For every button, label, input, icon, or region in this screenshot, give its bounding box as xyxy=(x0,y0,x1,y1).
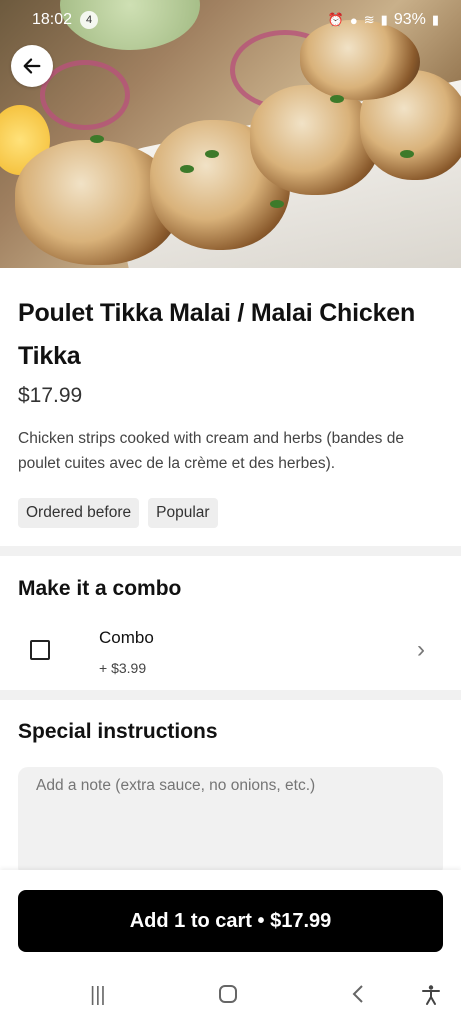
herb xyxy=(180,165,194,173)
bottom-action-bar: Add 1 to cart • $17.99 xyxy=(0,870,461,970)
onion-ring xyxy=(40,60,130,130)
notification-count-badge: 4 xyxy=(80,11,99,29)
herb xyxy=(270,200,284,208)
status-bar: 18:02 4 ⏰ ● ≋ ▮ 93% ▮ xyxy=(0,0,461,40)
section-divider xyxy=(0,546,461,556)
wifi-icon: ≋ xyxy=(363,12,375,27)
add-to-cart-button[interactable]: Add 1 to cart • $17.99 xyxy=(18,890,443,952)
item-tags: Ordered before Popular xyxy=(18,498,218,528)
item-title: Poulet Tikka Malai / Malai Chicken Tikka xyxy=(18,299,416,370)
home-icon[interactable] xyxy=(218,984,238,1010)
recents-icon[interactable]: ||| xyxy=(90,984,106,1007)
combo-checkbox[interactable] xyxy=(30,640,50,660)
arrow-left-icon xyxy=(23,58,41,74)
herb xyxy=(330,95,344,103)
combo-section-title: Make it a combo xyxy=(18,577,182,600)
herb xyxy=(90,135,104,143)
item-price: $17.99 xyxy=(18,384,83,407)
herb xyxy=(205,150,219,158)
back-button[interactable] xyxy=(11,45,53,87)
tag-popular: Popular xyxy=(148,498,218,528)
special-instructions-input[interactable] xyxy=(18,767,443,877)
system-nav-bar: ||| xyxy=(0,970,461,1024)
combo-option-price: + $3.99 xyxy=(99,660,147,676)
chevron-right-icon: › xyxy=(417,636,425,663)
instructions-section-title: Special instructions xyxy=(18,720,218,743)
battery-level: 93% xyxy=(393,11,426,28)
accessibility-icon[interactable] xyxy=(420,984,442,1012)
herb xyxy=(400,150,414,158)
alarm-icon: ⏰ xyxy=(327,12,344,27)
section-divider xyxy=(0,690,461,700)
combo-option-label: Combo xyxy=(99,628,154,647)
battery-icon: ▮ xyxy=(431,12,439,27)
status-time: 18:02 xyxy=(32,11,73,28)
combo-option-row[interactable]: Combo + $3.99 › xyxy=(0,618,461,688)
location-icon: ● xyxy=(349,12,358,28)
item-description: Chicken strips cooked with cream and her… xyxy=(18,430,404,472)
item-photo xyxy=(0,0,461,268)
signal-icon: ▮ xyxy=(380,12,388,27)
nav-back-icon[interactable] xyxy=(350,984,366,1010)
tag-ordered-before: Ordered before xyxy=(18,498,140,528)
